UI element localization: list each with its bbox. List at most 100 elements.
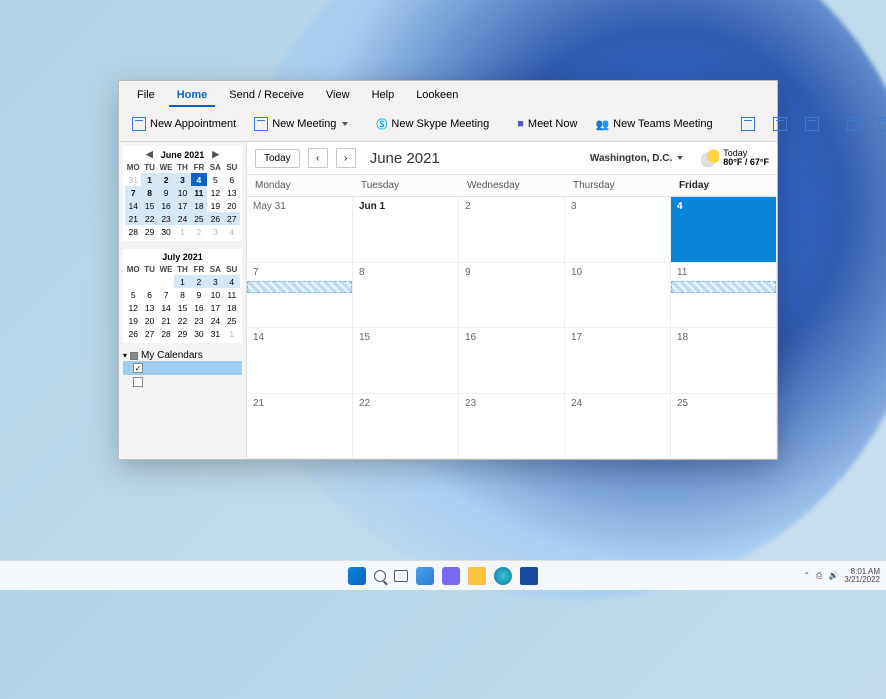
mini-day[interactable]: 6 xyxy=(141,288,157,301)
new-skype-meeting-button[interactable]: Ⓢ New Skype Meeting xyxy=(369,112,496,136)
mini-day[interactable]: 1 xyxy=(224,327,240,340)
day-cell[interactable]: 10 xyxy=(565,263,671,329)
day-cell[interactable]: 8 xyxy=(353,263,459,329)
mini-day[interactable]: 2 xyxy=(191,225,207,238)
my-calendars-header[interactable]: ▾ My Calendars xyxy=(123,350,242,361)
widgets-icon[interactable] xyxy=(416,567,434,585)
mini-day[interactable]: 12 xyxy=(125,301,141,314)
mini-day[interactable]: 27 xyxy=(224,212,240,225)
mini-day[interactable]: 5 xyxy=(207,173,223,186)
mini-day[interactable]: 14 xyxy=(158,301,174,314)
start-button[interactable] xyxy=(348,567,366,585)
mini-day[interactable]: 23 xyxy=(191,314,207,327)
mini-day[interactable]: 21 xyxy=(125,212,141,225)
mini-day[interactable]: 3 xyxy=(207,275,223,288)
day-cell[interactable]: 14 xyxy=(247,328,353,394)
view-week-button[interactable] xyxy=(798,113,826,135)
mini-day[interactable]: 16 xyxy=(191,301,207,314)
tray-chevron-icon[interactable]: ⌃ xyxy=(803,571,810,580)
chat-icon[interactable] xyxy=(442,567,460,585)
mini-day[interactable]: 10 xyxy=(174,186,190,199)
day-cell[interactable]: 22 xyxy=(353,394,459,460)
mini-day[interactable]: 20 xyxy=(224,199,240,212)
weather-widget[interactable]: Today 80°F / 67°F xyxy=(701,149,769,167)
edge-icon[interactable] xyxy=(494,567,512,585)
mini-day[interactable]: 3 xyxy=(174,173,190,186)
mini-day[interactable]: 4 xyxy=(224,275,240,288)
mini-day[interactable]: 17 xyxy=(174,199,190,212)
mini-day[interactable]: 3 xyxy=(207,225,223,238)
menu-view[interactable]: View xyxy=(318,85,358,107)
mini-day[interactable]: 29 xyxy=(141,225,157,238)
mini-day[interactable]: 14 xyxy=(125,199,141,212)
location-selector[interactable]: Washington, D.C. xyxy=(590,153,683,164)
view-schedule-button[interactable] xyxy=(872,113,886,135)
day-cell[interactable]: 3 xyxy=(565,197,671,263)
mini-day[interactable]: 1 xyxy=(174,225,190,238)
day-cell[interactable]: 17 xyxy=(565,328,671,394)
view-day-button[interactable] xyxy=(734,113,762,135)
tray-volume-icon[interactable]: 🔊 xyxy=(828,571,838,580)
mini-day[interactable]: 1 xyxy=(141,173,157,186)
mini-day[interactable]: 24 xyxy=(207,314,223,327)
mini-day[interactable]: 11 xyxy=(191,186,207,199)
mini-day[interactable]: 15 xyxy=(174,301,190,314)
mini-day[interactable]: 23 xyxy=(158,212,174,225)
mini-day[interactable]: 4 xyxy=(224,225,240,238)
file-explorer-icon[interactable] xyxy=(468,567,486,585)
mini-day[interactable]: 18 xyxy=(191,199,207,212)
mini-day[interactable]: 19 xyxy=(207,199,223,212)
search-icon[interactable] xyxy=(374,570,386,582)
mini-day[interactable]: 31 xyxy=(207,327,223,340)
mini-day[interactable]: 27 xyxy=(141,327,157,340)
day-cell[interactable]: 2 xyxy=(459,197,565,263)
mini-day[interactable]: 9 xyxy=(191,288,207,301)
day-cell[interactable]: 9 xyxy=(459,263,565,329)
mini-day[interactable]: 31 xyxy=(125,173,141,186)
mini-day[interactable]: 19 xyxy=(125,314,141,327)
day-cell[interactable]: 11 xyxy=(671,263,777,329)
new-teams-meeting-button[interactable]: 👥 New Teams Meeting xyxy=(588,114,719,135)
mini-day[interactable]: 12 xyxy=(207,186,223,199)
day-cell[interactable]: 7 xyxy=(247,263,353,329)
day-cell[interactable]: 4 xyxy=(671,197,777,263)
mini-day[interactable]: 26 xyxy=(125,327,141,340)
mini-day[interactable]: 15 xyxy=(141,199,157,212)
mini-day[interactable]: 21 xyxy=(158,314,174,327)
mini-day[interactable]: 11 xyxy=(224,288,240,301)
tray-clock[interactable]: 8:01 AM 3/21/2022 xyxy=(844,568,880,584)
mini-day[interactable]: 29 xyxy=(174,327,190,340)
checkbox-unchecked-icon[interactable] xyxy=(133,377,143,387)
mini-day[interactable]: 30 xyxy=(158,225,174,238)
checkbox-checked-icon[interactable]: ✓ xyxy=(133,363,143,373)
view-month-button[interactable] xyxy=(840,113,868,135)
menu-home[interactable]: Home xyxy=(169,85,216,107)
day-cell[interactable]: May 31 xyxy=(247,197,353,263)
task-view-icon[interactable] xyxy=(394,570,408,582)
day-cell[interactable]: 24 xyxy=(565,394,671,460)
day-cell[interactable]: 25 xyxy=(671,394,777,460)
mini-day[interactable]: 30 xyxy=(191,327,207,340)
new-meeting-button[interactable]: New Meeting xyxy=(247,113,355,135)
day-cell[interactable]: 18 xyxy=(671,328,777,394)
mini-day[interactable]: 5 xyxy=(125,288,141,301)
mini-day[interactable]: 10 xyxy=(207,288,223,301)
mini-day[interactable]: 28 xyxy=(125,225,141,238)
mini-day[interactable]: 17 xyxy=(207,301,223,314)
mini-day[interactable]: 16 xyxy=(158,199,174,212)
next-week-button[interactable]: › xyxy=(336,148,356,168)
mini-day[interactable]: 1 xyxy=(174,275,190,288)
mini-day[interactable]: 25 xyxy=(224,314,240,327)
tray-network-icon[interactable]: ⎙ xyxy=(816,571,822,581)
next-month-button[interactable]: ▶ xyxy=(212,149,219,160)
calendar-item[interactable]: ✓ xyxy=(123,361,242,375)
mini-day[interactable]: 13 xyxy=(141,301,157,314)
mini-day[interactable]: 20 xyxy=(141,314,157,327)
menu-lookeen[interactable]: Lookeen xyxy=(408,85,466,107)
store-icon[interactable] xyxy=(520,567,538,585)
day-cell[interactable]: 16 xyxy=(459,328,565,394)
day-cell[interactable]: 23 xyxy=(459,394,565,460)
mini-day[interactable]: 24 xyxy=(174,212,190,225)
meet-now-button[interactable]: ■ Meet Now xyxy=(510,114,584,134)
mini-day[interactable]: 6 xyxy=(224,173,240,186)
